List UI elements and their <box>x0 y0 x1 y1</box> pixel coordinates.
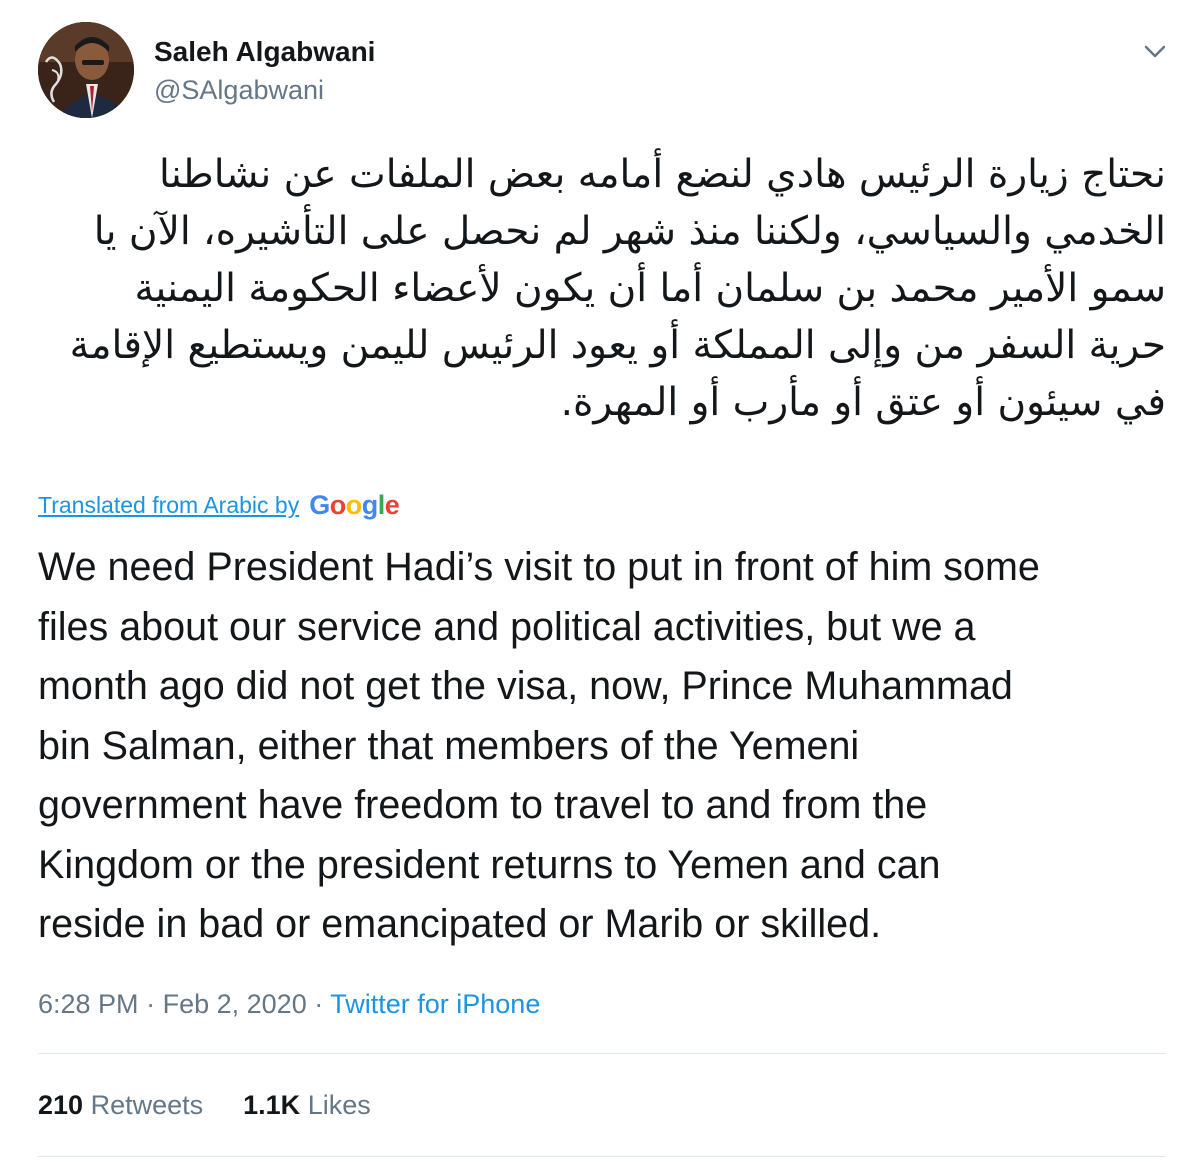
translation-attribution: Translated from Arabic by Google <box>38 490 400 521</box>
tweet-time[interactable]: 6:28 PM <box>38 989 139 1019</box>
likes-count: 1.1K <box>243 1090 301 1120</box>
likes-stat[interactable]: 1.1K Likes <box>243 1085 371 1125</box>
author-handle[interactable]: @SAlgabwani <box>154 73 324 107</box>
divider <box>38 1156 1166 1157</box>
arabic-line: في سيئون أو عتق أو مأرب أو المهرة. <box>560 380 1166 425</box>
google-logo: Google <box>309 490 400 520</box>
tweet-meta: 6:28 PM · Feb 2, 2020 · Twitter for iPho… <box>38 984 540 1024</box>
tweet-source-link[interactable]: Twitter for iPhone <box>330 989 540 1019</box>
arabic-line: نحتاج زيارة الرئيس هادي لنضع أمامه بعض ا… <box>159 152 1166 197</box>
tweet-stats: 210 Retweets 1.1K Likes <box>38 1085 371 1125</box>
english-line: We need President Hadi’s visit to put in… <box>38 545 1040 589</box>
english-line: Kingdom or the president returns to Yeme… <box>38 842 941 887</box>
meta-separator: · <box>146 989 156 1019</box>
retweets-label: Retweets <box>90 1090 204 1120</box>
divider <box>38 1053 1166 1054</box>
likes-label: Likes <box>307 1090 371 1120</box>
retweets-stat[interactable]: 210 Retweets <box>38 1085 203 1125</box>
meta-separator: · <box>314 989 324 1019</box>
english-line: bin Salman, either that members of the Y… <box>38 723 860 768</box>
english-line: files about our service and political ac… <box>38 604 976 649</box>
chevron-down-icon[interactable] <box>1140 36 1170 66</box>
english-line: reside in bad or emancipated or Marib or… <box>38 902 882 946</box>
retweets-count: 210 <box>38 1090 84 1120</box>
english-line: month ago did not get the visa, now, Pri… <box>38 664 1013 708</box>
arabic-line: حرية السفر من وإلى المملكة أو يعود الرئي… <box>69 323 1166 368</box>
tweet-date[interactable]: Feb 2, 2020 <box>163 989 307 1019</box>
arabic-line: سمو الأمير محمد بن سلمان أما أن يكون لأع… <box>134 266 1166 311</box>
tweet-text-arabic: نحتاج زيارة الرئيس هادي لنضع أمامه بعض ا… <box>36 146 1166 431</box>
tweet-text-translation: We need President Hadi’s visit to put in… <box>38 538 1168 955</box>
arabic-line: الخدمي والسياسي، ولكننا منذ شهر لم نحصل … <box>93 209 1166 254</box>
english-line: government have freedom to travel to and… <box>38 783 928 827</box>
profile-photo-icon <box>38 22 134 118</box>
translated-link[interactable]: Translated from Arabic by <box>38 492 299 519</box>
author-name[interactable]: Saleh Algabwani <box>154 35 375 69</box>
avatar[interactable] <box>38 22 134 118</box>
